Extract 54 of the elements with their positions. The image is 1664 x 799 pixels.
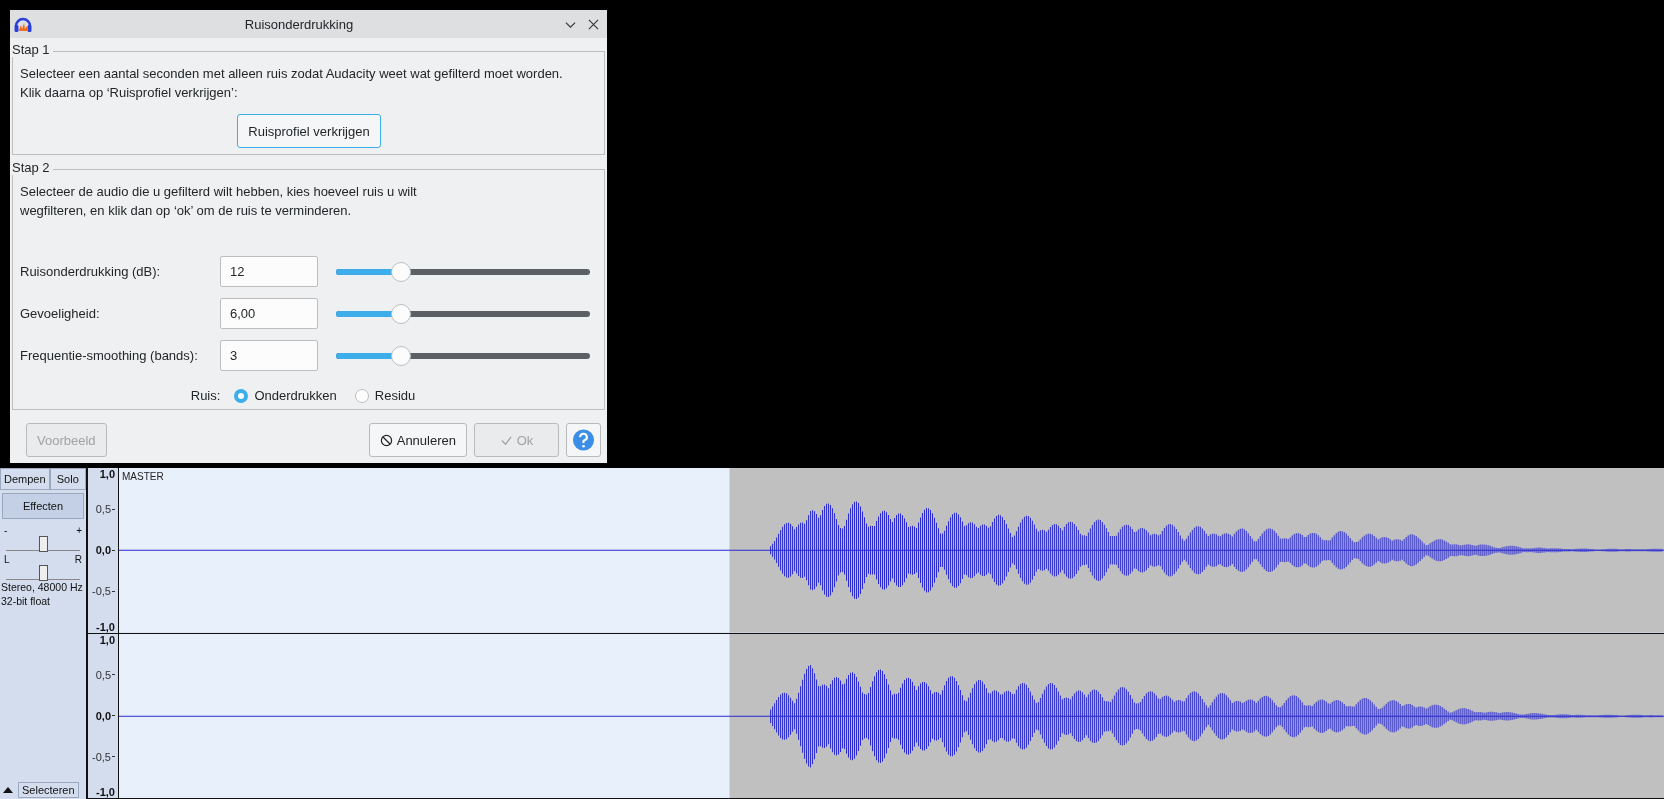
- pan-left-label: L: [4, 555, 10, 565]
- solo-button[interactable]: Solo: [49, 468, 86, 490]
- track-info-text: 32-bit float: [0, 594, 52, 608]
- group-legend: Stap 1: [12, 42, 53, 57]
- gain-slider-thumb[interactable]: [39, 536, 48, 552]
- pan-right-label: R: [74, 555, 82, 565]
- ruler-label: -1,0: [96, 786, 115, 798]
- instruction-text: Selecteer een aantal seconden met alleen ruis zodat Audacity weet wat gefilterd moet worden.: [20, 65, 564, 83]
- instruction-text: Selecteer de audio die u gefilterd wilt hebben, kies hoeveel ruis u wilt: [20, 183, 418, 201]
- ruler-label: -0,5: [92, 585, 115, 598]
- pan-slider-thumb[interactable]: [39, 565, 48, 581]
- effects-button[interactable]: Effecten: [2, 493, 84, 519]
- parameter-field[interactable]: 6,00: [220, 298, 318, 329]
- radio-button[interactable]: [234, 388, 249, 403]
- ruler-label: -0,5: [92, 750, 115, 763]
- instruction-text: Klik daarna op ‘Ruisprofiel verkrijgen’:: [20, 84, 239, 102]
- mute-button[interactable]: Dempen: [0, 468, 50, 490]
- cancel-icon: [379, 433, 393, 447]
- ruler-label: 0,5: [95, 503, 115, 516]
- group-legend: Stap 2: [12, 160, 53, 175]
- help-button[interactable]: [566, 423, 601, 457]
- track-info-text: Stereo, 48000 Hz: [0, 580, 84, 594]
- noise-profile-button[interactable]: Ruisprofiel verkrijgen: [237, 114, 381, 148]
- slider-thumb[interactable]: [390, 345, 411, 366]
- radio-label[interactable]: Residu: [374, 388, 416, 403]
- cancel-button[interactable]: Annuleren: [368, 423, 467, 457]
- slider[interactable]: [336, 303, 590, 324]
- radio-label[interactable]: Onderdrukken: [254, 388, 337, 403]
- track-name: MASTER: [122, 471, 164, 482]
- parameter-label: Ruisonderdrukking (dB):: [20, 264, 162, 279]
- radio-button[interactable]: [354, 388, 369, 403]
- waveform-drawing[interactable]: [119, 468, 1664, 633]
- ruler-label: 0,0: [95, 709, 115, 722]
- slider[interactable]: [336, 345, 590, 366]
- ruler-label: 1,0: [99, 468, 115, 480]
- parameter-label: Gevoeligheid:: [20, 306, 101, 321]
- noise-label: Ruis:: [190, 388, 221, 403]
- parameter-field[interactable]: 12: [220, 256, 318, 287]
- waveform-drawing[interactable]: [119, 633, 1664, 798]
- ruler-label: 1,0: [99, 633, 115, 646]
- parameter-field[interactable]: 3: [220, 340, 318, 371]
- select-button[interactable]: Selecteren: [18, 782, 79, 798]
- slider[interactable]: [336, 261, 590, 282]
- instruction-text: wegfilteren, en klik dan op ‘ok’ om de ruis te verminderen.: [20, 202, 353, 220]
- ruler-label: 0,0: [95, 544, 115, 557]
- gain-minus-label: -: [4, 526, 8, 536]
- close-icon[interactable]: [588, 18, 599, 30]
- ruler-label: -1,0: [96, 620, 115, 633]
- parameter-label: Frequentie-smoothing (bands):: [20, 348, 199, 363]
- gain-plus-label: +: [76, 526, 82, 536]
- slider-thumb[interactable]: [390, 303, 411, 324]
- window-title: Ruisonderdrukking: [243, 16, 355, 32]
- slider-thumb[interactable]: [390, 261, 411, 282]
- ruler-label: 0,5: [95, 668, 115, 681]
